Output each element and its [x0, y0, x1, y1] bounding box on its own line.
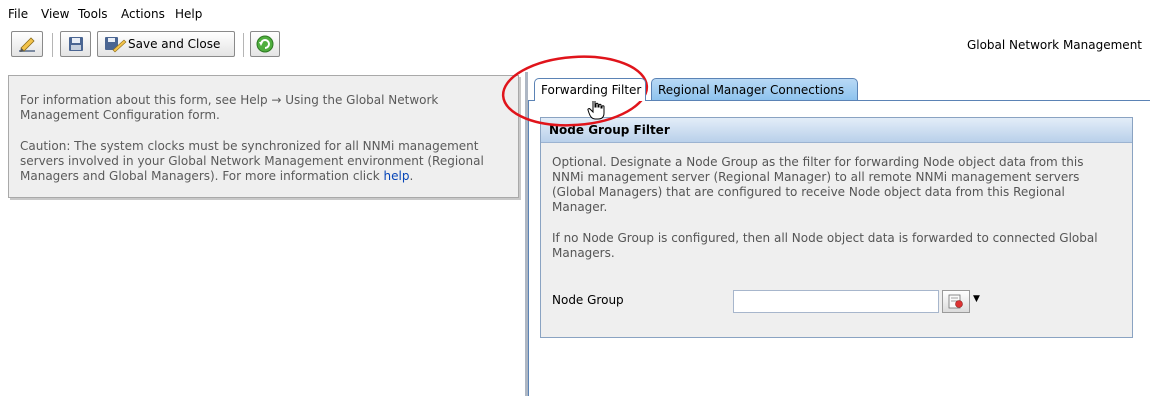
- section-description-line: (Global Managers) that are configured to…: [552, 185, 1065, 199]
- node-group-label: Node Group: [552, 293, 624, 307]
- node-group-input[interactable]: [733, 290, 939, 313]
- caution-text: Managers and Global Managers). For more …: [20, 169, 380, 183]
- toolbar-separator: [243, 33, 244, 57]
- lookup-button[interactable]: [942, 290, 970, 313]
- info-text-line: For information about this form, see Hel…: [20, 93, 439, 107]
- tab-area: Forwarding Filter Regional Manager Conne…: [528, 72, 1150, 396]
- section-description-line: NNMi management server (Regional Manager…: [552, 170, 1080, 184]
- menu-help[interactable]: Help: [175, 7, 202, 21]
- info-text-line: Management Configuration form.: [20, 108, 220, 122]
- section-title: Node Group Filter: [549, 123, 670, 137]
- refresh-icon: [256, 35, 274, 53]
- dropdown-arrow-icon[interactable]: ▼: [973, 294, 980, 304]
- tab-regional-manager-connections[interactable]: Regional Manager Connections: [651, 78, 858, 100]
- toolbar: Save and Close Global Network Management: [0, 26, 1150, 64]
- menu-view[interactable]: View: [41, 7, 69, 21]
- edit-icon: [19, 37, 35, 52]
- caution-text-line: Managers and Global Managers). For more …: [20, 169, 490, 184]
- lookup-icon: [948, 294, 963, 309]
- caution-text-line: servers involved in your Global Network …: [20, 154, 484, 168]
- refresh-button[interactable]: [250, 31, 280, 57]
- info-panel: For information about this form, see Hel…: [8, 75, 519, 198]
- menu-actions[interactable]: Actions: [121, 7, 165, 21]
- save-and-close-icon: [105, 37, 127, 53]
- app-title: Global Network Management: [966, 38, 1142, 52]
- edit-button[interactable]: [11, 31, 43, 57]
- help-link[interactable]: help: [384, 169, 410, 183]
- save-and-close-label: Save and Close: [128, 37, 221, 51]
- menu-tools[interactable]: Tools: [78, 7, 108, 21]
- menu-file[interactable]: File: [8, 7, 28, 21]
- tab-forwarding-filter[interactable]: Forwarding Filter: [534, 78, 646, 101]
- save-icon: [69, 37, 83, 51]
- node-group-filter-section: Node Group Filter Optional. Designate a …: [540, 117, 1133, 338]
- save-button[interactable]: [60, 31, 91, 57]
- section-description-line: Optional. Designate a Node Group as the …: [552, 155, 1084, 169]
- caution-text-line: Caution: The system clocks must be synch…: [20, 139, 479, 153]
- section-description-line: If no Node Group is configured, then all…: [552, 231, 1098, 245]
- save-and-close-button[interactable]: Save and Close: [97, 31, 235, 57]
- section-header: Node Group Filter: [541, 118, 1132, 143]
- section-description-line: Managers.: [552, 246, 615, 260]
- tab-content: Node Group Filter Optional. Designate a …: [528, 100, 1150, 396]
- section-description-line: Manager.: [552, 200, 608, 214]
- toolbar-separator: [52, 33, 53, 57]
- menu-bar: File View Tools Actions Help: [0, 0, 1150, 26]
- caution-period: .: [409, 169, 414, 183]
